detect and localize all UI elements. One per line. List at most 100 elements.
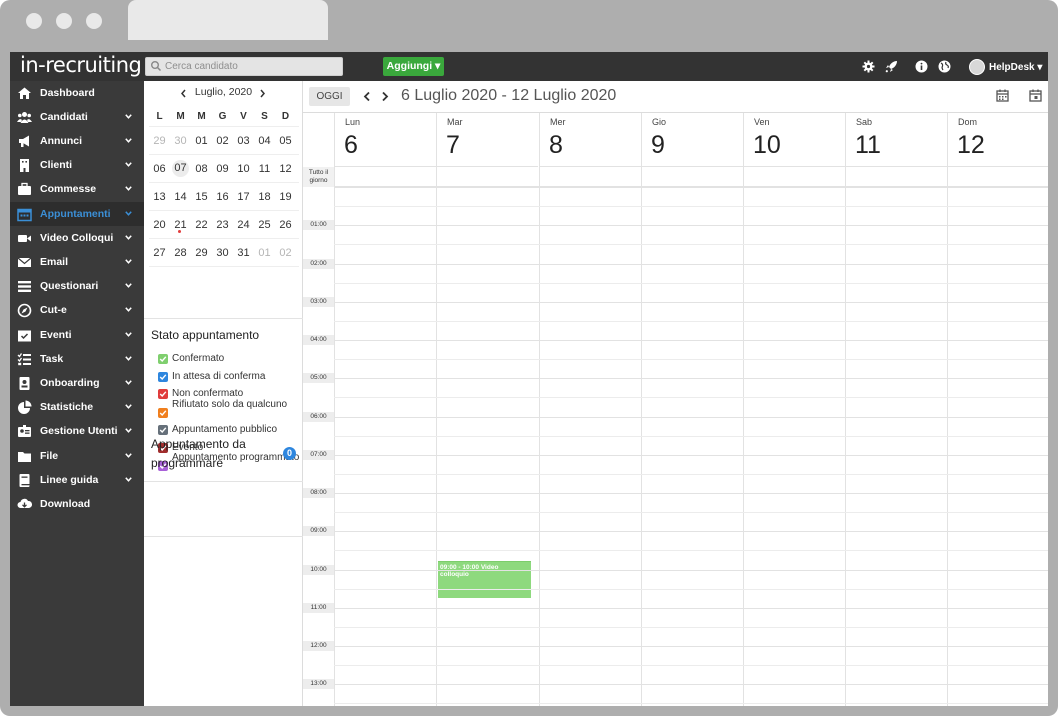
next-month-icon[interactable] — [259, 89, 266, 98]
sidebar-item-dashboard[interactable]: Dashboard — [10, 81, 144, 105]
mini-calendar-day[interactable]: 01 — [191, 127, 212, 154]
mini-calendar-day[interactable]: 08 — [191, 155, 212, 182]
app-logo[interactable]: in-recruiting — [20, 53, 142, 77]
day-column[interactable]: Gio 9 — [641, 113, 743, 706]
sidebar-item-statistiche[interactable]: Statistiche — [10, 395, 144, 419]
sidebar-item-file[interactable]: File — [10, 444, 144, 468]
gear-icon[interactable] — [862, 60, 875, 73]
prev-week-icon[interactable] — [363, 91, 371, 102]
day-column[interactable]: Ven 10 — [743, 113, 845, 706]
mini-calendar-day[interactable]: 16 — [212, 183, 233, 210]
sidebar-item-label: Download — [40, 498, 91, 510]
mini-calendar-day[interactable]: 28 — [170, 239, 191, 266]
user-menu[interactable]: HelpDesk ▾ — [969, 58, 1042, 76]
mini-calendar-day[interactable]: 02 — [212, 127, 233, 154]
mini-calendar-day[interactable]: 20 — [149, 211, 170, 238]
day-column[interactable]: Mar 7 — [436, 113, 538, 706]
mini-calendar-day[interactable]: 26 — [275, 211, 296, 238]
mini-calendar-day[interactable]: 17 — [233, 183, 254, 210]
id-badge-icon — [17, 376, 32, 391]
time-slot-line — [334, 703, 1048, 704]
sidebar-item-video-colloqui[interactable]: Video Colloqui — [10, 226, 144, 250]
day-header[interactable]: Mar 7 — [437, 113, 538, 167]
sidebar-item-linee-guida[interactable]: Linee guida — [10, 468, 144, 492]
rocket-icon[interactable] — [885, 60, 898, 73]
mini-calendar-day[interactable]: 05 — [275, 127, 296, 154]
mini-calendar-day[interactable]: 21 — [170, 211, 191, 238]
mini-calendar-day[interactable]: 06 — [149, 155, 170, 182]
today-button[interactable]: OGGI — [309, 87, 350, 106]
to-schedule-label[interactable]: Appuntamento da programmare — [151, 435, 276, 473]
mini-calendar-day[interactable]: 31 — [233, 239, 254, 266]
checkbox-icon[interactable] — [158, 389, 168, 399]
day-header[interactable]: Dom 12 — [948, 113, 1048, 167]
checkbox-icon[interactable] — [158, 425, 168, 435]
sidebar-item-commesse[interactable]: Commesse — [10, 177, 144, 201]
globe-icon[interactable] — [938, 60, 951, 73]
sidebar-item-appuntamenti[interactable]: Appuntamenti — [10, 202, 144, 226]
chevron-down-icon — [125, 186, 132, 191]
mini-calendar-day[interactable]: 09 — [212, 155, 233, 182]
divider — [144, 536, 303, 537]
candidate-search[interactable] — [145, 57, 343, 76]
day-column[interactable]: Sab 11 — [845, 113, 947, 706]
mini-calendar-day[interactable]: 02 — [275, 239, 296, 266]
next-week-icon[interactable] — [381, 91, 389, 102]
sidebar-item-label: Commesse — [40, 183, 97, 195]
sidebar-item-clienti[interactable]: Clienti — [10, 153, 144, 177]
chevron-down-icon — [125, 404, 132, 409]
day-header[interactable]: Gio 9 — [642, 113, 743, 167]
sidebar-item-questionari[interactable]: Questionari — [10, 274, 144, 298]
calendar-add-icon[interactable] — [1029, 89, 1042, 102]
mini-calendar-day[interactable]: 18 — [254, 183, 275, 210]
checkbox-icon[interactable] — [158, 372, 168, 382]
add-button[interactable]: Aggiungi ▾ — [383, 57, 444, 76]
mini-calendar-day[interactable]: 03 — [233, 127, 254, 154]
sidebar-item-gestione-utenti[interactable]: Gestione Utenti — [10, 419, 144, 443]
sidebar-item-download[interactable]: Download — [10, 492, 144, 516]
mini-calendar-day[interactable]: 29 — [191, 239, 212, 266]
browser-tab[interactable] — [128, 0, 328, 40]
mini-calendar-day[interactable]: 13 — [149, 183, 170, 210]
mini-calendar-day[interactable]: 30 — [170, 127, 191, 154]
mini-calendar-day[interactable]: 11 — [254, 155, 275, 182]
mini-calendar-day[interactable]: 23 — [212, 211, 233, 238]
mini-calendar-day[interactable]: 22 — [191, 211, 212, 238]
day-header[interactable]: Sab 11 — [846, 113, 947, 167]
mini-calendar-day[interactable]: 29 — [149, 127, 170, 154]
sidebar-item-email[interactable]: Email — [10, 250, 144, 274]
sidebar-item-task[interactable]: Task — [10, 347, 144, 371]
mini-calendar-day[interactable]: 12 — [275, 155, 296, 182]
mini-calendar-today[interactable]: 07 — [172, 160, 189, 177]
day-column[interactable]: Lun 6 — [334, 113, 436, 706]
mini-calendar-day[interactable]: 25 — [254, 211, 275, 238]
calendar-view-icon[interactable] — [996, 89, 1009, 102]
day-header[interactable]: Lun 6 — [335, 113, 436, 167]
checkbox-icon[interactable] — [158, 354, 168, 364]
sidebar-item-eventi[interactable]: Eventi — [10, 323, 144, 347]
checkbox-icon[interactable] — [158, 408, 168, 418]
mini-calendar-day[interactable]: 30 — [212, 239, 233, 266]
mini-calendar-day[interactable]: 15 — [191, 183, 212, 210]
info-icon[interactable] — [915, 60, 928, 73]
mini-calendar-day[interactable]: 04 — [254, 127, 275, 154]
mini-calendar-day[interactable]: 19 — [275, 183, 296, 210]
all-day-row[interactable] — [303, 167, 1048, 187]
search-input[interactable] — [165, 59, 340, 74]
sidebar-item-candidati[interactable]: Candidati — [10, 105, 144, 129]
mini-calendar-day[interactable]: 14 — [170, 183, 191, 210]
mini-calendar-day[interactable]: 01 — [254, 239, 275, 266]
sidebar-item-annunci[interactable]: Annunci — [10, 129, 144, 153]
mini-calendar-day[interactable]: 10 — [233, 155, 254, 182]
sidebar-item-cut-e[interactable]: Cut-e — [10, 298, 144, 322]
day-column[interactable]: Dom 12 — [947, 113, 1048, 706]
mini-calendar-day[interactable]: 24 — [233, 211, 254, 238]
day-column[interactable]: Mer 8 — [539, 113, 641, 706]
mini-calendar-day[interactable]: 27 — [149, 239, 170, 266]
calendar-event[interactable]: 09:00 - 10:00 Video colloquio — [438, 561, 531, 598]
sidebar-item-onboarding[interactable]: Onboarding — [10, 371, 144, 395]
prev-month-icon[interactable] — [180, 89, 187, 98]
chevron-down-icon — [125, 211, 132, 216]
day-header[interactable]: Ven 10 — [744, 113, 845, 167]
day-header[interactable]: Mer 8 — [540, 113, 641, 167]
